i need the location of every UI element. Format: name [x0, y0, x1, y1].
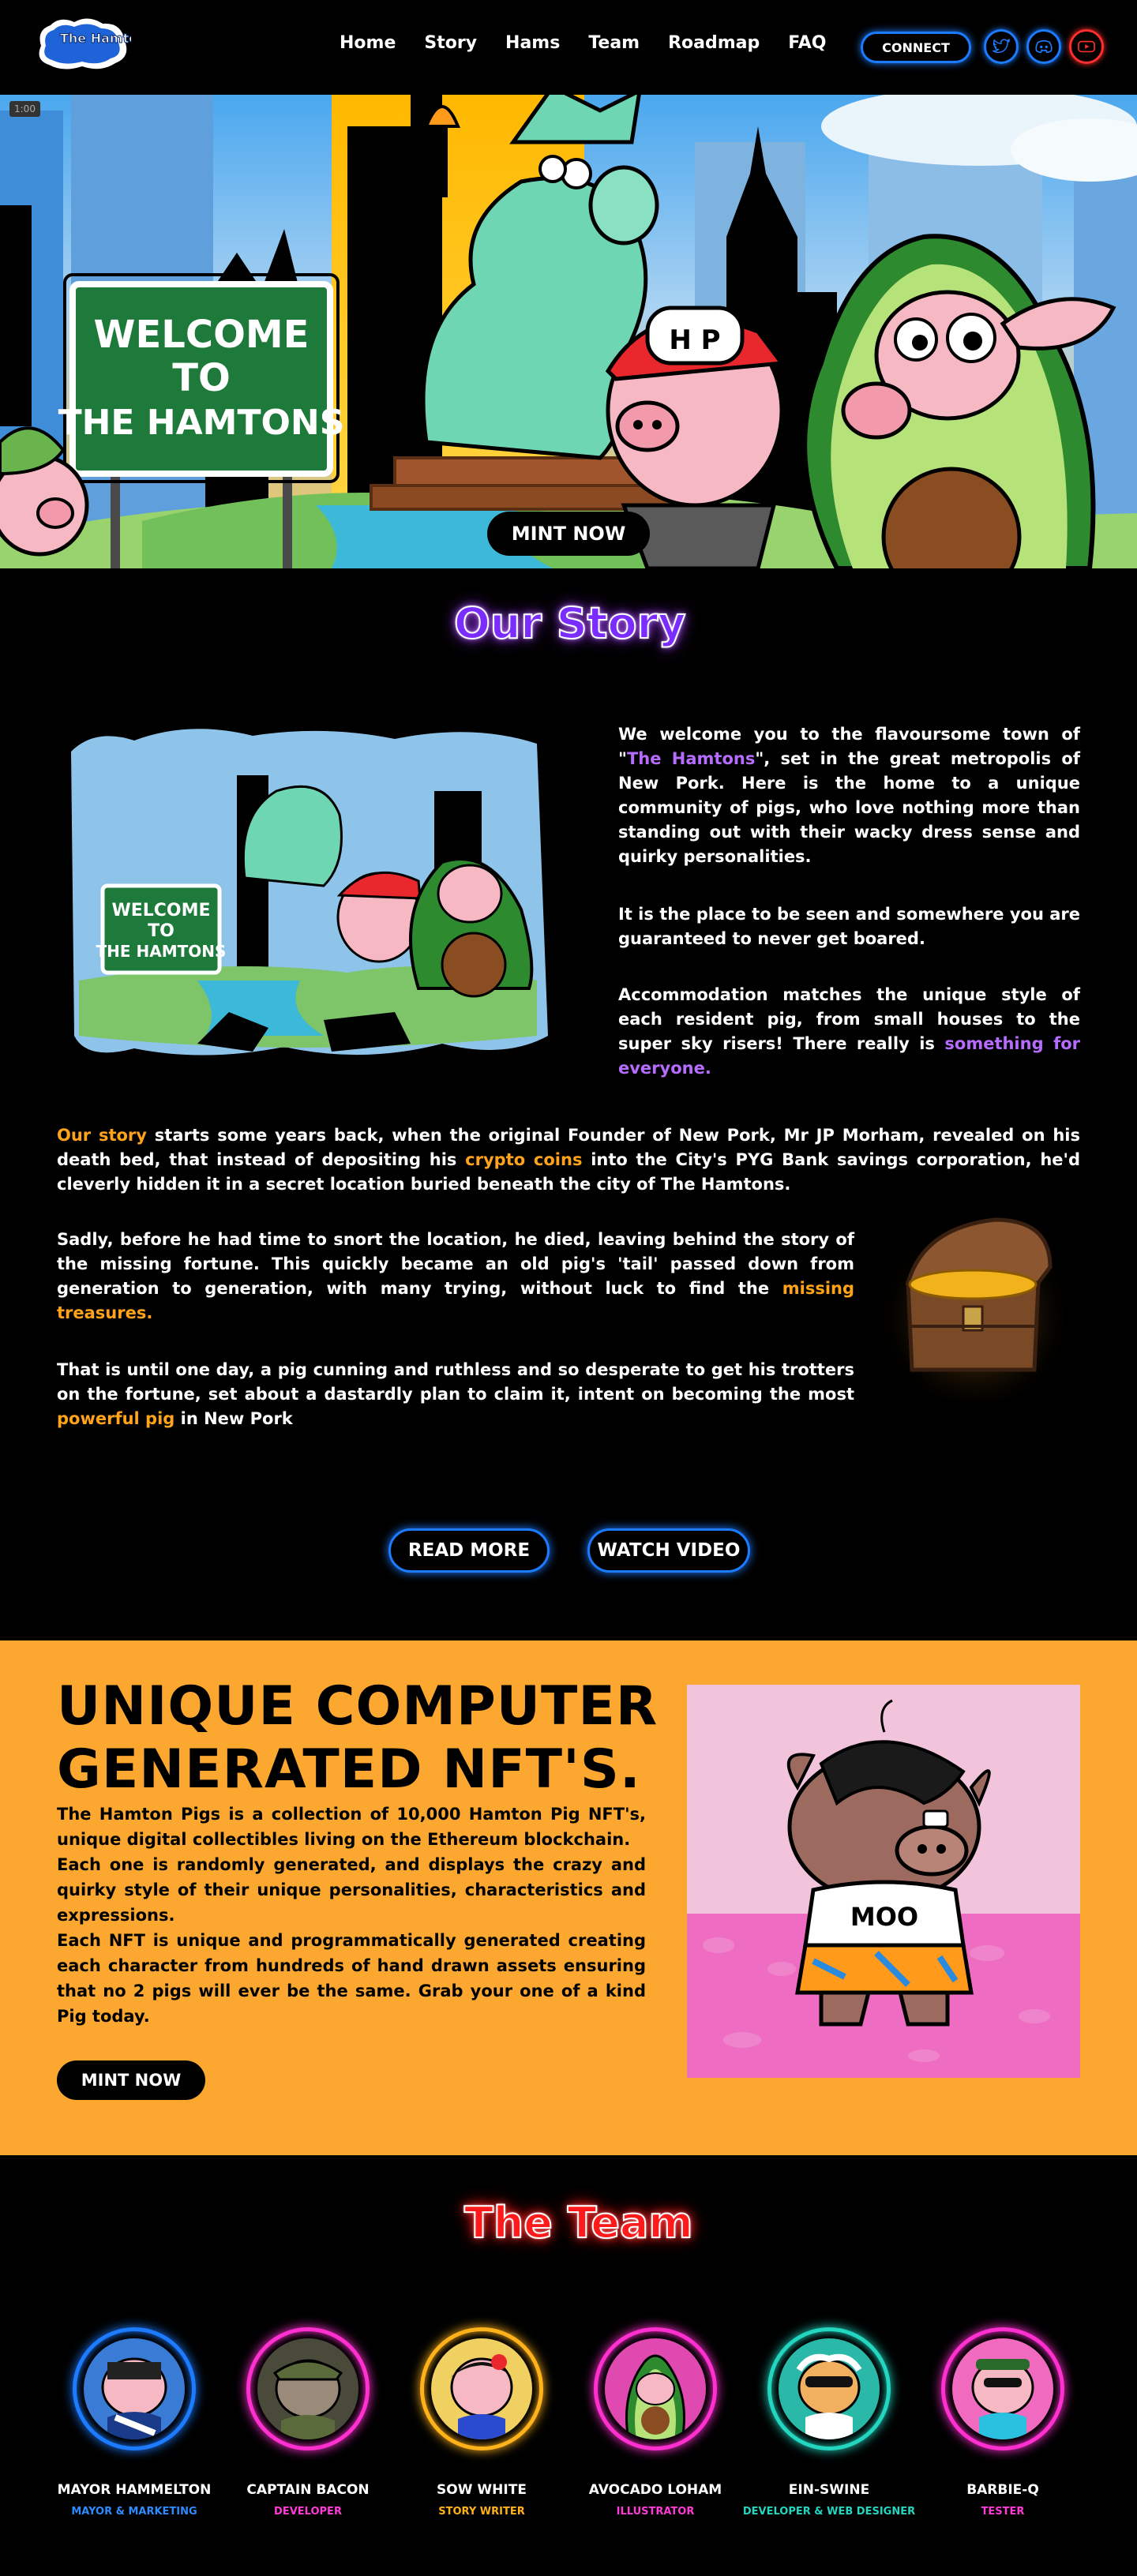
nft-description: The Hamton Pigs is a collection of 10,00…	[57, 1802, 646, 2029]
story-p5-text-a: Sadly, before he had time to snort the l…	[57, 1230, 854, 1298]
member-name: SOW WHITE	[437, 2482, 527, 2498]
nft-pig-image: MOO	[687, 1685, 1080, 2078]
nft-title-line-2: GENERATED NFT'S.	[57, 1738, 641, 1801]
member-role: STORY WRITER	[438, 2506, 525, 2518]
logo-text-the: The Hamtons	[60, 31, 131, 46]
read-more-button[interactable]: READ MORE	[388, 1528, 550, 1573]
team-title: The Team	[463, 2197, 694, 2248]
story-p1-highlight: The Hamtons	[626, 749, 756, 768]
story-illustration: WELCOME TO THE HAMTONS	[71, 729, 548, 1056]
member-name: BARBIE-Q	[966, 2482, 1039, 2498]
treasure-chest-icon	[876, 1208, 1074, 1401]
story-paragraph-5: Sadly, before he had time to snort the l…	[57, 1228, 854, 1325]
story-p4-highlight-1: Our story	[57, 1126, 147, 1145]
avatar	[941, 2327, 1064, 2450]
member-role: DEVELOPER	[274, 2506, 342, 2518]
ein-swine-avatar-icon	[779, 2338, 880, 2439]
youtube-icon	[1078, 40, 1095, 53]
team-member-ein-swine[interactable]: EIN-SWINE DEVELOPER & WEB DESIGNER	[742, 2327, 916, 2518]
nav-link-story[interactable]: Story	[424, 33, 477, 53]
avatar	[420, 2327, 543, 2450]
nav-link-team[interactable]: Team	[588, 33, 640, 53]
nav-link-faq[interactable]: FAQ	[788, 33, 826, 53]
member-name: EIN-SWINE	[788, 2482, 870, 2498]
avatar	[246, 2327, 370, 2450]
story-paragraph-6: That is until one day, a pig cunning and…	[57, 1358, 854, 1431]
team-member-avocado-loham[interactable]: AVOCADO LOHAM ILLUSTRATOR	[568, 2327, 742, 2518]
story-paragraph-1: We welcome you to the flavoursome town o…	[618, 722, 1080, 869]
captain-avatar-icon	[257, 2338, 358, 2439]
member-name: MAYOR HAMMELTON	[57, 2482, 212, 2498]
hero-banner: WELCOME TO THE HAMTONS H P	[0, 95, 1137, 568]
nft-shirt-text: MOO	[850, 1902, 918, 1932]
story-p6-text-a: That is until one day, a pig cunning and…	[57, 1360, 854, 1404]
nft-paragraph-3: Each NFT is unique and programmatically …	[57, 1931, 646, 2026]
member-role: MAYOR & MARKETING	[71, 2506, 197, 2518]
nft-title-line-1: UNIQUE COMPUTER	[57, 1675, 659, 1738]
top-nav: The Hamtons Home Story Hams Team Roadmap…	[0, 0, 1137, 95]
avatar	[73, 2327, 196, 2450]
story-p6-highlight: powerful pig	[57, 1409, 175, 1428]
story-paragraph-2: It is the place to be seen and somewhere…	[618, 905, 1080, 948]
video-timestamp: 1:00	[9, 101, 40, 117]
nft-mint-now-button[interactable]: MINT NOW	[57, 2060, 205, 2100]
avatar	[594, 2327, 717, 2450]
hamtons-logo[interactable]: The Hamtons	[33, 14, 131, 73]
team-member-captain-bacon[interactable]: CAPTAIN BACON DEVELOPER	[221, 2327, 395, 2518]
story-p6-text-b: in New Pork	[174, 1409, 293, 1428]
twitter-button[interactable]	[984, 29, 1019, 64]
mayor-avatar-icon	[84, 2338, 185, 2439]
discord-icon	[1035, 39, 1053, 54]
member-role: TESTER	[981, 2506, 1025, 2518]
team-member-mayor-hammelton[interactable]: MAYOR HAMMELTON MAYOR & MARKETING	[47, 2327, 221, 2518]
member-role: ILLUSTRATOR	[616, 2506, 695, 2518]
nav-links: Home Story Hams Team Roadmap FAQ	[340, 33, 827, 53]
hero-sign-line-3: THE HAMTONS	[58, 403, 345, 443]
nft-title: UNIQUE COMPUTER GENERATED NFT'S.	[57, 1675, 689, 1802]
hero-illustration: WELCOME TO THE HAMTONS H P	[0, 95, 1137, 568]
avocado-avatar-icon	[605, 2338, 706, 2439]
nav-link-hams[interactable]: Hams	[505, 33, 560, 53]
story-paragraph-3: Accommodation matches the unique style o…	[618, 983, 1080, 1081]
nav-link-home[interactable]: Home	[340, 33, 396, 53]
barbie-q-avatar-icon	[952, 2338, 1053, 2439]
story-sign-line-3: THE HAMTONS	[96, 942, 227, 961]
nft-paragraph-1: The Hamton Pigs is a collection of 10,00…	[57, 1805, 646, 1849]
hero-cap-text: H P	[669, 324, 720, 356]
our-story-title: Our Story	[453, 598, 686, 649]
discord-button[interactable]	[1026, 29, 1061, 64]
sow-white-avatar-icon	[431, 2338, 532, 2439]
hero-mint-now-button[interactable]: MINT NOW	[487, 512, 650, 556]
member-name: AVOCADO LOHAM	[588, 2482, 722, 2498]
story-p4-highlight-2: crypto coins	[465, 1150, 583, 1169]
team-member-barbie-q[interactable]: BARBIE-Q TESTER	[916, 2327, 1090, 2518]
twitter-icon	[993, 39, 1010, 54]
connect-button[interactable]: CONNECT	[861, 32, 971, 63]
nav-link-roadmap[interactable]: Roadmap	[668, 33, 760, 53]
hero-sign-line-1: WELCOME	[94, 313, 310, 357]
story-paragraph-4: Our story starts some years back, when t…	[57, 1123, 1080, 1197]
nft-paragraph-2: Each one is randomly generated, and disp…	[57, 1855, 646, 1925]
member-role: DEVELOPER & WEB DESIGNER	[742, 2506, 916, 2518]
hero-sign-line-2: TO	[172, 356, 231, 400]
page: The Hamtons Home Story Hams Team Roadmap…	[0, 0, 1137, 2576]
story-sign-line-1: WELCOME	[111, 901, 210, 921]
team-member-sow-white[interactable]: SOW WHITE STORY WRITER	[395, 2327, 568, 2518]
story-sign-line-2: TO	[148, 921, 174, 941]
avatar	[767, 2327, 891, 2450]
watch-video-button[interactable]: WATCH VIDEO	[587, 1528, 750, 1573]
member-name: CAPTAIN BACON	[246, 2482, 370, 2498]
youtube-button[interactable]	[1069, 29, 1104, 64]
